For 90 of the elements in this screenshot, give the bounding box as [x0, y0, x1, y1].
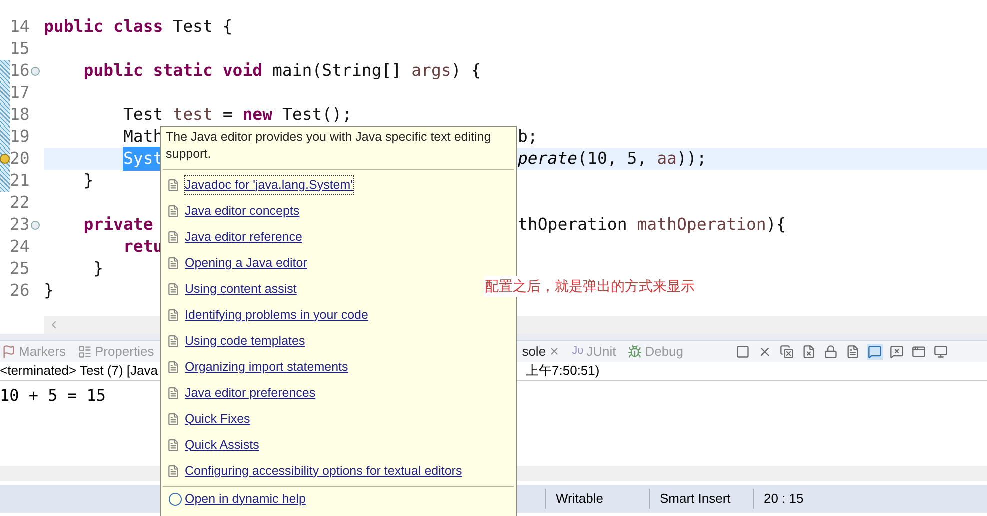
code-text: }	[44, 280, 54, 302]
bug-icon	[628, 344, 642, 358]
document-icon	[167, 464, 180, 478]
change-bar	[0, 60, 10, 82]
help-link[interactable]: Using content assist	[185, 280, 297, 298]
help-link[interactable]: Java editor preferences	[185, 384, 316, 402]
document-icon	[167, 178, 180, 192]
lock-icon[interactable]	[823, 344, 839, 360]
console-icon[interactable]	[867, 344, 883, 360]
line-number: 22	[10, 192, 30, 214]
code-text: Test();	[282, 104, 352, 126]
code-text: b;	[518, 126, 538, 148]
code-text: args	[412, 60, 452, 82]
help-link[interactable]: Opening a Java editor	[185, 254, 308, 272]
line-number: 19	[10, 126, 30, 148]
flag-icon	[2, 344, 16, 358]
line-number: 17	[10, 82, 30, 104]
display-icon[interactable]	[933, 344, 949, 360]
help-link[interactable]: Javadoc for 'java.lang.System'	[185, 176, 354, 194]
document-icon	[167, 282, 180, 296]
line-number: 25	[10, 258, 30, 280]
change-bar	[0, 82, 10, 104]
code-text: thOperation	[518, 214, 628, 236]
line-number: 21	[10, 170, 30, 192]
line-number: 14	[10, 16, 30, 38]
code-text: ){	[766, 214, 786, 236]
status-text: 20 : 15	[753, 489, 857, 509]
remove-all-icon[interactable]	[779, 344, 795, 360]
status-text: Writable	[545, 489, 649, 509]
help-link[interactable]: Configuring accessibility options for textual editors	[185, 462, 462, 480]
code-text: =	[222, 104, 234, 126]
change-bar	[0, 104, 10, 126]
fold-icon[interactable]	[30, 220, 40, 230]
annotation-text: 配置之后，就是弹出的方式来显示	[484, 276, 696, 297]
clear-console-icon[interactable]	[801, 344, 817, 360]
list-icon	[78, 344, 92, 358]
popup-description: The Java editor provides you with Java specific text editing support.	[165, 129, 492, 163]
console-title: <terminated> Test (7) [Java	[0, 362, 158, 380]
line-number: 16	[10, 60, 30, 82]
help-link[interactable]: Quick Fixes	[185, 410, 250, 428]
document-icon[interactable]	[845, 344, 861, 360]
help-link[interactable]: Java editor concepts	[185, 202, 300, 220]
code-text: main(String[]	[272, 60, 403, 82]
change-bar	[0, 126, 10, 148]
code-text: }	[94, 258, 104, 280]
help-link[interactable]: Using code templates	[185, 332, 306, 350]
close-icon[interactable]	[549, 346, 560, 357]
stop-icon[interactable]	[735, 344, 751, 360]
document-icon	[167, 204, 180, 218]
code-text: }	[84, 170, 94, 192]
line-number: 15	[10, 38, 30, 60]
code-text: test	[173, 104, 213, 126]
fold-icon[interactable]	[30, 66, 40, 76]
code-text: mathOperation	[637, 214, 766, 236]
code-text: public static void	[84, 60, 264, 82]
document-icon	[167, 308, 180, 322]
code-text: private	[84, 214, 154, 236]
code-text: ) {	[451, 60, 482, 82]
dynamic-help-link[interactable]: Open in dynamic help	[185, 490, 306, 508]
code-text: Test	[123, 104, 164, 126]
junit-icon: Jυ	[572, 343, 584, 360]
line-number: 18	[10, 104, 30, 126]
code-text: public class	[44, 16, 164, 38]
code-text: new	[242, 104, 274, 126]
code-text: (10, 5,	[578, 148, 648, 170]
document-icon	[167, 412, 180, 426]
help-link[interactable]: Organizing import statements	[185, 358, 348, 376]
line-number: 20	[10, 148, 30, 170]
document-icon	[167, 334, 180, 348]
document-icon	[167, 360, 180, 374]
document-icon	[167, 256, 180, 270]
line-number: 23	[10, 214, 30, 236]
help-link[interactable]: Quick Assists	[185, 436, 260, 454]
help-link[interactable]: Identifying problems in your code	[185, 306, 368, 324]
code-text: ));	[676, 148, 707, 170]
document-icon	[167, 230, 180, 244]
code-text: aa	[657, 148, 677, 170]
console-output: 10 + 5 = 15	[0, 386, 106, 405]
line-number: 24	[10, 236, 30, 258]
console-time: 上午7:50:51)	[526, 362, 600, 380]
status-text: Smart Insert	[649, 489, 753, 509]
document-icon	[167, 438, 180, 452]
line-number: 26	[10, 280, 30, 302]
document-icon	[167, 386, 180, 400]
code-text: Test {	[173, 16, 233, 38]
change-bar	[0, 170, 10, 192]
help-link[interactable]: Java editor reference	[185, 228, 302, 246]
panel-tab[interactable]: sole	[522, 342, 560, 362]
console-error-icon[interactable]	[889, 344, 905, 360]
code-text: perate	[518, 148, 578, 170]
